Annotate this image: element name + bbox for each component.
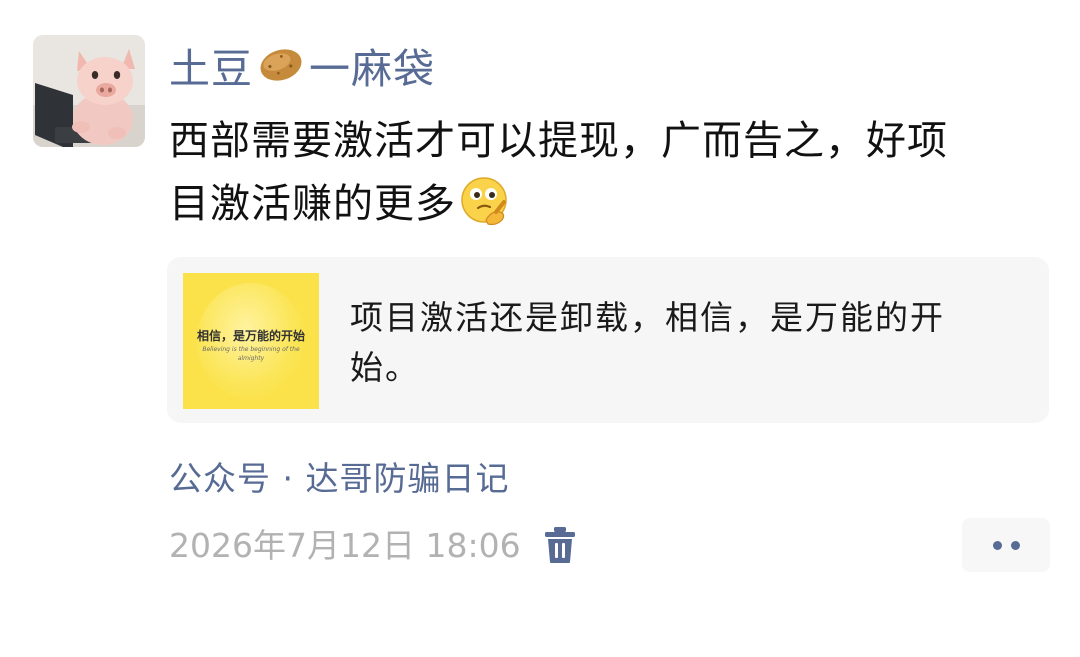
shared-article-card[interactable]: 相信，是万能的开始 Believing is the beginning of … xyxy=(167,257,1049,423)
avatar[interactable] xyxy=(33,35,145,147)
post-text-line-2: 目激活赚的更多 xyxy=(169,173,1054,236)
trash-icon[interactable] xyxy=(543,526,577,564)
author-name[interactable]: 土豆 一麻袋 xyxy=(169,38,435,93)
post-timestamp: 2026年7月12日 18:06 xyxy=(169,526,521,565)
post-text: 西部需要激活才可以提现，广而告之，好项 目激活赚的更多 xyxy=(169,110,1054,236)
post-text-line-2-content: 目激活赚的更多 xyxy=(169,181,456,227)
moments-post: 土豆 一麻袋 西部需要激活才可以提现，广而告之，好项 目激活赚的更多 相信，是万… xyxy=(0,0,1080,657)
author-name-part2: 一麻袋 xyxy=(309,45,435,93)
thumbnail-text-cn: 相信，是万能的开始 xyxy=(196,329,305,343)
official-account-source[interactable]: 公众号 · 达哥防骗日记 xyxy=(169,452,509,500)
potato-icon xyxy=(256,43,306,87)
article-thumbnail: 相信，是万能的开始 Believing is the beginning of … xyxy=(183,273,319,409)
author-name-part1: 土豆 xyxy=(169,45,253,93)
thumbnail-text-en: Believing is the beginning of the almigh… xyxy=(202,346,300,362)
more-dots-icon xyxy=(992,540,1002,550)
post-text-line-1: 西部需要激活才可以提现，广而告之，好项 xyxy=(169,118,948,164)
article-title: 项目激活还是卸载，相信，是万能的开始。 xyxy=(350,298,945,387)
thinking-face-icon xyxy=(458,174,512,228)
pig-avatar-icon xyxy=(33,35,145,147)
more-dots-icon xyxy=(1010,540,1020,550)
more-actions-button[interactable] xyxy=(962,518,1050,572)
